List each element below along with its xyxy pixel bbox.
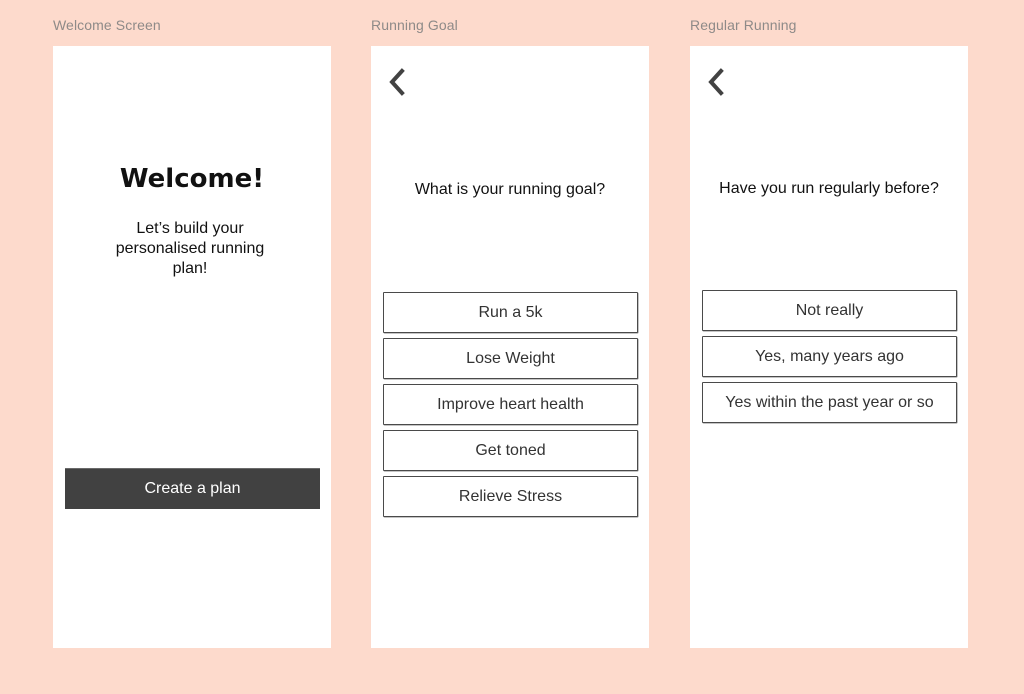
welcome-subtitle: Let’s build your personalised running pl… — [115, 220, 265, 277]
option-within-past-year[interactable]: Yes within the past year or so — [702, 382, 957, 423]
option-not-really[interactable]: Not really — [702, 290, 957, 331]
option-get-toned[interactable]: Get toned — [383, 430, 638, 471]
option-improve-heart-health[interactable]: Improve heart health — [383, 384, 638, 425]
frame-label-running-goal: Running Goal — [371, 17, 458, 33]
welcome-title: Welcome! — [119, 164, 265, 194]
chevron-left-icon — [389, 68, 405, 96]
back-button[interactable] — [704, 66, 728, 98]
back-button[interactable] — [385, 66, 409, 98]
question-text: Have you run regularly before? — [719, 180, 939, 197]
frame-label-regular-running: Regular Running — [690, 17, 797, 33]
goal-options: Run a 5k Lose Weight Improve heart healt… — [383, 292, 638, 517]
chevron-left-icon — [708, 68, 724, 96]
option-many-years-ago[interactable]: Yes, many years ago — [702, 336, 957, 377]
experience-options: Not really Yes, many years ago Yes withi… — [702, 290, 957, 423]
regular-running-screen: Have you run regularly before? Not reall… — [690, 46, 968, 648]
welcome-screen: Welcome! Let’s build your personalised r… — [53, 46, 331, 648]
create-plan-button[interactable]: Create a plan — [65, 468, 320, 509]
frame-label-welcome: Welcome Screen — [53, 17, 161, 33]
question-text: What is your running goal? — [414, 181, 606, 198]
running-goal-screen: What is your running goal? Run a 5k Lose… — [371, 46, 649, 648]
option-run-5k[interactable]: Run a 5k — [383, 292, 638, 333]
option-relieve-stress[interactable]: Relieve Stress — [383, 476, 638, 517]
option-lose-weight[interactable]: Lose Weight — [383, 338, 638, 379]
